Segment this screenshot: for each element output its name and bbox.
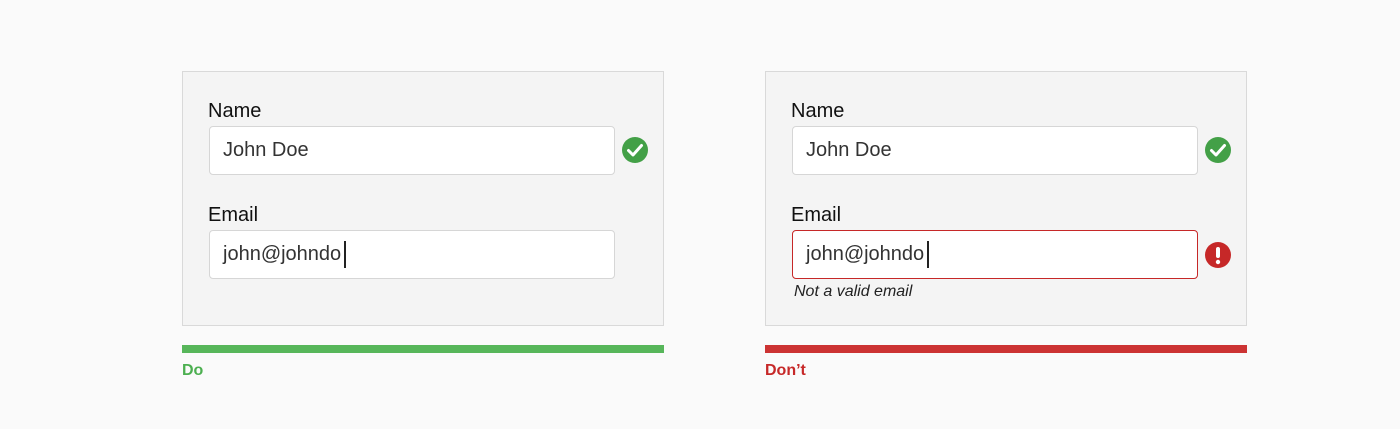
email-input[interactable]: john@johndo <box>792 230 1198 279</box>
email-label: Email <box>791 204 842 226</box>
name-label: Name <box>208 100 262 122</box>
name-input[interactable]: John Doe <box>209 126 615 175</box>
email-error-message: Not a valid email <box>794 283 913 300</box>
dont-verdict-label: Don’t <box>765 362 806 379</box>
check-circle-icon <box>622 137 648 163</box>
exclamation-circle-icon <box>1205 242 1231 268</box>
do-verdict-label: Do <box>182 362 204 379</box>
email-input[interactable]: john@johndo <box>209 230 615 279</box>
email-label: Email <box>208 204 259 226</box>
email-input-value: john@johndo <box>223 243 342 265</box>
form-card: Name John Doe Email john@johndo Not a va… <box>765 71 1247 326</box>
name-label: Name <box>791 100 845 122</box>
name-input[interactable]: John Doe <box>792 126 1198 175</box>
email-input-value: john@johndo <box>806 243 925 265</box>
form-card: Name John Doe Email john@johndo <box>182 71 664 326</box>
check-circle-icon <box>1205 137 1231 163</box>
name-input-value: John Doe <box>806 139 892 161</box>
name-input-value: John Doe <box>223 139 309 161</box>
do-indicator-bar <box>182 345 664 353</box>
text-cursor <box>927 241 930 268</box>
text-cursor <box>344 241 347 268</box>
dont-indicator-bar <box>765 345 1247 353</box>
